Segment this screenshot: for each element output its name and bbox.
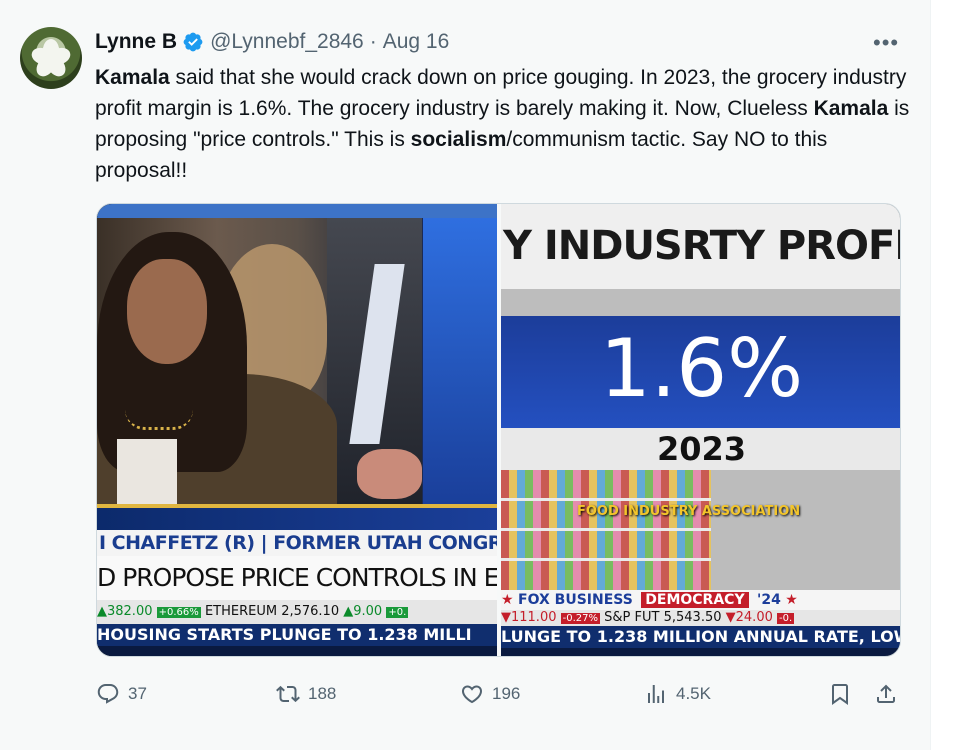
tweet-card[interactable]: Lynne B @Lynnebf_2846 · Aug 16 ••• Kamal… bbox=[0, 0, 930, 750]
share-button[interactable] bbox=[874, 680, 906, 708]
network-bar: ★ FOX BUSINESS DEMOCRACY '24 ★ bbox=[501, 590, 900, 610]
view-count: 4.5K bbox=[676, 684, 711, 703]
chyron-name: I CHAFFETZ (R) | FORMER UTAH CONGRESSMA bbox=[97, 530, 497, 556]
tweet-header: Lynne B @Lynnebf_2846 · Aug 16 bbox=[95, 28, 449, 56]
more-options-icon[interactable]: ••• bbox=[873, 30, 899, 56]
reply-icon bbox=[97, 684, 119, 704]
stock-ticker: ▲382.00 +0.66% ETHEREUM 2,576.10 ▲9.00 +… bbox=[97, 600, 497, 624]
graphic-year: 2023 bbox=[501, 428, 900, 470]
news-crawl: HOUSING STARTS PLUNGE TO 1.238 MILLI bbox=[97, 624, 497, 646]
mention-kamala: Kamala bbox=[813, 97, 889, 120]
media-image-left[interactable]: I CHAFFETZ (R) | FORMER UTAH CONGRESSMA … bbox=[97, 204, 497, 656]
like-button[interactable]: 196 bbox=[460, 680, 520, 708]
verified-badge-icon bbox=[182, 31, 204, 53]
network-logo: FOX BUSINESS bbox=[518, 592, 633, 608]
views-chart-icon bbox=[648, 685, 664, 703]
graphic-title: Y INDUSRTY PROFIT M bbox=[501, 204, 900, 289]
share-icon bbox=[877, 684, 895, 703]
reply-count: 37 bbox=[128, 684, 147, 703]
bookmark-button[interactable] bbox=[828, 680, 860, 708]
separator-dot: · bbox=[369, 30, 377, 53]
repost-button[interactable]: 188 bbox=[276, 680, 336, 708]
author-name[interactable]: Lynne B bbox=[95, 30, 177, 54]
tweet-text-part: said that she would crack down on price … bbox=[95, 66, 907, 120]
bookmark-icon bbox=[832, 684, 848, 705]
tweet-date[interactable]: Aug 16 bbox=[383, 30, 450, 54]
like-count: 196 bbox=[492, 684, 521, 703]
heart-icon bbox=[461, 685, 483, 704]
repost-count: 188 bbox=[308, 684, 337, 703]
tweet-media[interactable]: I CHAFFETZ (R) | FORMER UTAH CONGRESSMA … bbox=[96, 203, 901, 657]
source-label: FOOD INDUSTRY ASSOCIATION bbox=[577, 504, 801, 519]
chyron-headline: D PROPOSE PRICE CONTROLS IN ECONOMIC PLA bbox=[97, 556, 497, 600]
media-image-right[interactable]: Y INDUSRTY PROFIT M 1.6% 2023 FOOD INDUS… bbox=[501, 204, 901, 656]
stock-ticker: ▼111.00 -0.27% S&P FUT 5,543.50 ▼24.00 -… bbox=[501, 610, 900, 626]
reply-button[interactable]: 37 bbox=[96, 680, 147, 708]
avatar[interactable] bbox=[20, 27, 82, 89]
author-handle[interactable]: @Lynnebf_2846 bbox=[210, 30, 364, 54]
mention-kamala: Kamala bbox=[95, 66, 170, 89]
news-crawl: LUNGE TO 1.238 MILLION ANNUAL RATE, LOW bbox=[501, 626, 901, 648]
profit-percent: 1.6% bbox=[599, 322, 804, 415]
views-button[interactable]: 4.5K bbox=[644, 680, 711, 708]
keyword-socialism: socialism bbox=[410, 128, 507, 151]
repost-icon bbox=[276, 685, 300, 703]
scroll-area bbox=[930, 0, 959, 750]
tweet-actions: 37 188 196 4.5K bbox=[0, 680, 930, 708]
tweet-text: Kamala said that she would crack down on… bbox=[95, 62, 910, 186]
